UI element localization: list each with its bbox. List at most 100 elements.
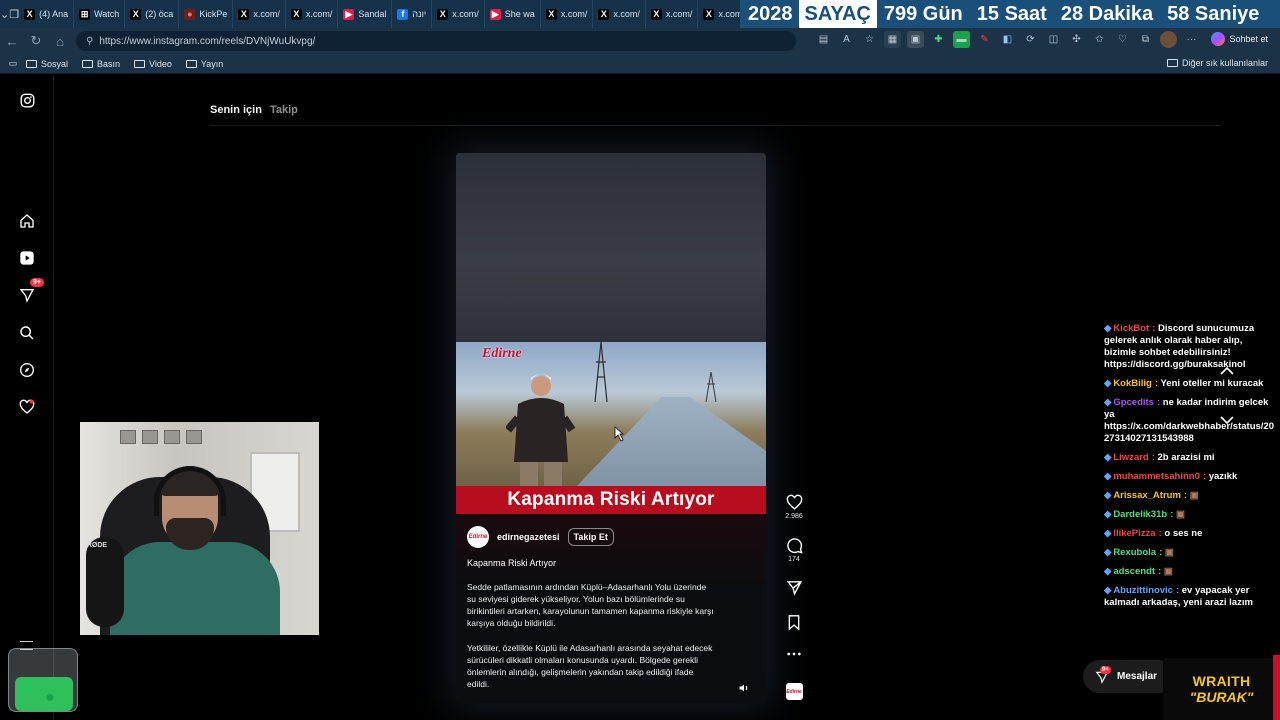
instagram-logo-icon[interactable] xyxy=(17,90,37,110)
more-options[interactable] xyxy=(784,649,804,659)
browser-tab[interactable]: Xx.com/ xyxy=(541,0,594,28)
tab-following[interactable]: Takip xyxy=(270,104,298,116)
tab-for-you[interactable]: Senin için xyxy=(210,104,262,116)
copilot-button[interactable]: Sohbet et xyxy=(1211,32,1268,46)
chat-username[interactable]: llikePizza xyxy=(1113,528,1155,539)
stream-logo-line2: "BURAK" xyxy=(1189,689,1254,705)
collections-icon[interactable]: ⧉ xyxy=(1137,31,1154,48)
chat-text: 2b arazisi mi xyxy=(1157,452,1215,463)
share-action[interactable] xyxy=(784,579,804,596)
chat-username[interactable]: Dardelik31b xyxy=(1113,509,1167,520)
explore-icon[interactable] xyxy=(17,360,37,380)
reels-icon[interactable] xyxy=(17,248,37,268)
bookmark-folder-sosyal[interactable]: Sosyal xyxy=(26,59,68,69)
counter-label: SAYAÇ xyxy=(798,0,877,28)
browser-tab[interactable]: ● KickPe xyxy=(179,0,234,28)
browser-tab[interactable]: Xx.com/ xyxy=(432,0,485,28)
chat-text: yazıkk xyxy=(1208,471,1238,482)
chat-username[interactable]: KokBilig xyxy=(1113,378,1152,389)
chat-username[interactable]: KickBot xyxy=(1113,323,1149,334)
extension-icon[interactable]: ◧ xyxy=(999,31,1016,48)
bookmark-folder-yayin[interactable]: Yayın xyxy=(185,59,223,69)
notifications-heart-icon[interactable] xyxy=(17,397,37,417)
comment-action[interactable]: 174 xyxy=(784,537,804,563)
extension-icon[interactable]: ▦ xyxy=(884,31,901,48)
like-heart-icon[interactable] xyxy=(786,494,803,511)
extension-icon[interactable]: ▣ xyxy=(907,31,924,48)
extension-icon[interactable]: ✎ xyxy=(976,31,993,48)
chat-message: ◆ Arissax_Atrum: ▣ xyxy=(1104,490,1276,502)
bookmark-folder-video[interactable]: Video xyxy=(134,59,172,69)
author-username[interactable]: edirnegazetesi xyxy=(497,532,560,542)
browser-tab[interactable]: ▶ She wa xyxy=(485,0,541,28)
home-icon[interactable]: ⌂ xyxy=(48,28,72,54)
messages-button[interactable]: 9+ Mesajlar xyxy=(1083,660,1175,693)
extensions-puzzle-icon[interactable]: ✣ xyxy=(1068,31,1085,48)
wall-frames xyxy=(120,430,220,460)
home-icon[interactable] xyxy=(17,211,37,231)
chat-username[interactable]: Liwzard xyxy=(1113,452,1148,463)
refresh-icon[interactable]: ↻ xyxy=(24,28,48,54)
audio-thumbnail[interactable]: Edirne xyxy=(785,683,803,700)
like-action[interactable]: 2.986 xyxy=(784,494,804,520)
search-icon[interactable] xyxy=(17,323,37,343)
browser-tab[interactable]: ⊞ Watch xyxy=(74,0,126,28)
tab-actions-chevron-icon[interactable]: ⌄ xyxy=(0,0,9,28)
extension-icon[interactable]: ✚ xyxy=(930,31,947,48)
follow-button[interactable]: Takip Et xyxy=(567,528,614,546)
chat-username[interactable]: Gpcedits xyxy=(1113,397,1154,408)
author-avatar[interactable]: Edirne xyxy=(467,526,489,548)
extension-icon[interactable]: ▬ xyxy=(953,31,970,48)
red-edge-accent xyxy=(1273,655,1280,720)
x-logo-icon: X xyxy=(238,8,250,20)
browser-tab[interactable]: X (2) öca xyxy=(125,0,180,28)
chat-username[interactable]: Rexubola xyxy=(1113,547,1156,558)
browser-essentials-icon[interactable]: ♡ xyxy=(1114,31,1131,48)
more-menu-icon[interactable]: ··· xyxy=(1183,31,1200,48)
browser-tab[interactable]: X (4) Ana xyxy=(19,0,75,28)
reel-card[interactable]: Edirne Kapanma Riski Artıyor Edirne edir… xyxy=(456,153,766,703)
bookmark-icon[interactable] xyxy=(786,614,802,631)
chevron-down-icon[interactable] xyxy=(1220,415,1234,425)
audio-source[interactable]: Edirne xyxy=(784,683,804,700)
back-icon[interactable]: ← xyxy=(0,28,24,54)
browser-tab[interactable]: ▶ Sandal xyxy=(338,0,393,28)
browser-tab-label: x.com/ xyxy=(665,9,693,19)
browser-tab[interactable]: Xx.com/ xyxy=(286,0,339,28)
favorite-star-icon[interactable]: ☆ xyxy=(861,31,878,48)
other-bookmarks[interactable]: Diğer sık kullanılanlar xyxy=(1166,58,1268,68)
chat-username[interactable]: Abuzittinovic xyxy=(1113,585,1173,596)
workspaces-icon[interactable]: ❐ xyxy=(9,0,19,28)
chat-username[interactable]: muhammetsahinn0 xyxy=(1113,471,1200,482)
sync-icon[interactable]: ⟳ xyxy=(1022,31,1039,48)
chat-emote-icon: ▣ xyxy=(1163,566,1173,577)
comment-icon[interactable] xyxy=(786,537,803,554)
save-action[interactable] xyxy=(784,614,804,631)
browser-tab[interactable]: f יונה xyxy=(392,0,433,28)
bookmarks-menu-icon[interactable]: ▭ xyxy=(0,58,26,69)
reel-video-frame[interactable]: Edirne xyxy=(456,342,766,486)
share-icon[interactable] xyxy=(786,579,803,596)
counter-days: 799 Gün xyxy=(883,2,963,25)
browser-tab[interactable]: Xx.com/ xyxy=(233,0,286,28)
chat-username[interactable]: adscendt xyxy=(1113,566,1155,577)
reader-mode-icon[interactable]: ▤ xyxy=(815,31,832,48)
chat-message: ◆ Liwzard: 2b arazisi mi xyxy=(1104,452,1276,464)
read-aloud-icon[interactable]: A xyxy=(838,31,855,48)
more-dots-icon[interactable] xyxy=(786,649,802,659)
volume-icon[interactable] xyxy=(738,682,750,694)
split-screen-icon[interactable]: ◫ xyxy=(1045,31,1062,48)
favorites-icon[interactable]: ✩ xyxy=(1091,31,1108,48)
site-info-icon[interactable]: ⚲ xyxy=(86,36,93,47)
chat-username[interactable]: Arissax_Atrum xyxy=(1113,490,1181,501)
x-logo-icon: X xyxy=(545,8,557,20)
messages-badge: 9+ xyxy=(1100,666,1111,674)
profile-avatar[interactable] xyxy=(1160,31,1177,48)
chevron-up-icon[interactable] xyxy=(1220,366,1234,376)
bookmark-folder-basin[interactable]: Basın xyxy=(82,59,120,69)
browser-tab[interactable]: Xx.com/ xyxy=(646,0,699,28)
browser-tab[interactable]: Xx.com/ xyxy=(593,0,646,28)
url-field[interactable]: ⚲ https://www.instagram.com/reels/DVNjWu… xyxy=(76,31,796,51)
edirne-brand-logo: Edirne xyxy=(482,346,522,361)
direct-messages-icon[interactable]: 9+ xyxy=(17,278,44,305)
